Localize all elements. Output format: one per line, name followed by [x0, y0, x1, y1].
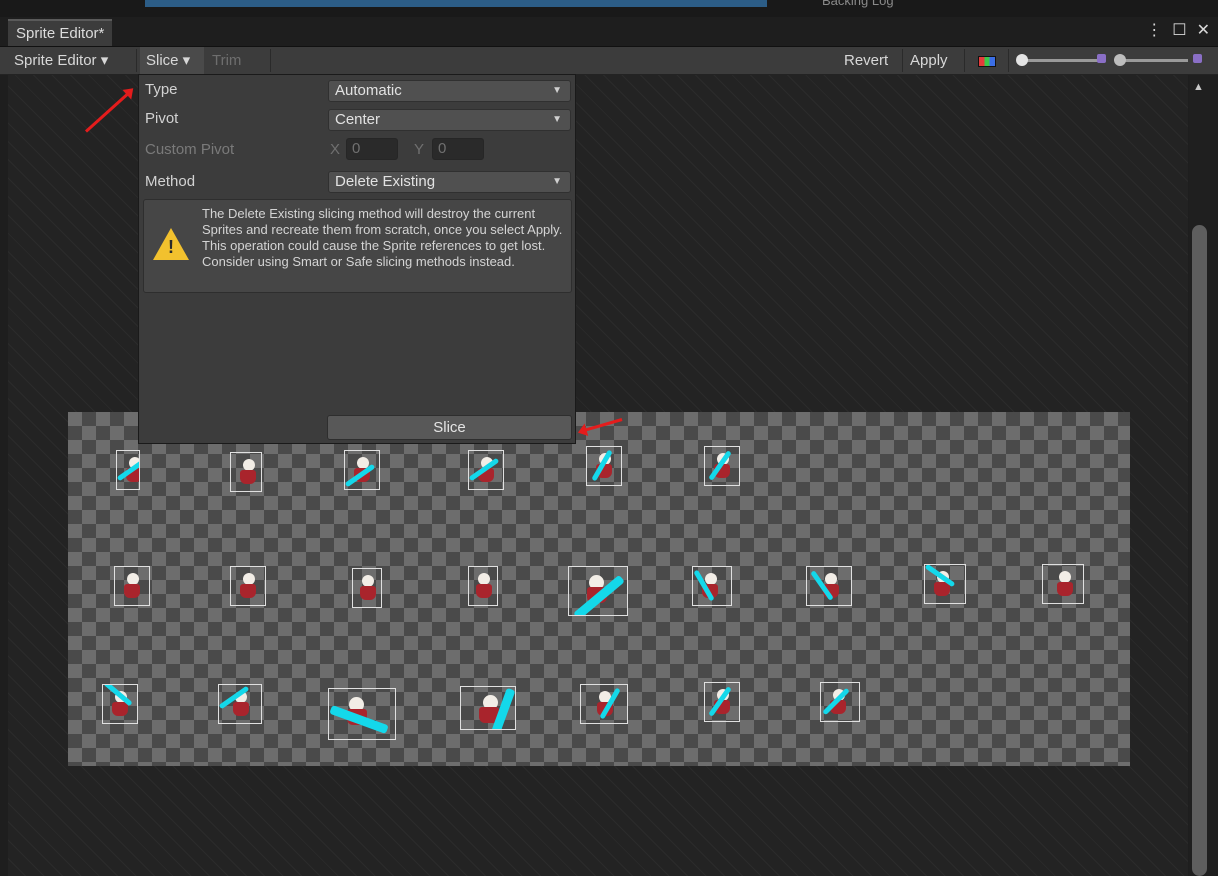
pivot-label: Pivot: [145, 110, 179, 127]
sprite-frame[interactable]: [114, 566, 150, 606]
pivot-dropdown-value: Center: [335, 111, 381, 128]
sprite-frame[interactable]: [568, 566, 628, 616]
close-icon[interactable]: ✕: [1197, 19, 1210, 43]
sprite-frame[interactable]: [692, 566, 732, 606]
type-dropdown[interactable]: Automatic ▼: [328, 80, 571, 102]
chevron-down-icon: ▼: [552, 176, 562, 187]
sprite-frame[interactable]: [924, 564, 966, 604]
custom-pivot-x-label: X: [330, 141, 341, 158]
custom-pivot-y-field[interactable]: 0: [432, 138, 484, 160]
revert-button[interactable]: Revert: [838, 47, 894, 74]
mip-level-icon: [1097, 54, 1106, 63]
warning-help-box: ! The Delete Existing slicing method wil…: [143, 199, 572, 293]
apply-button[interactable]: Apply: [904, 47, 954, 74]
sprite-frame[interactable]: [806, 566, 852, 606]
slice-menu-button[interactable]: Slice ▾: [140, 47, 204, 74]
sprite-frame[interactable]: [352, 568, 382, 608]
trim-button[interactable]: Trim: [206, 47, 270, 74]
pivot-dropdown[interactable]: Center ▼: [328, 109, 571, 131]
method-dropdown-value: Delete Existing: [335, 173, 436, 190]
tab-sprite-editor[interactable]: Sprite Editor*: [8, 19, 113, 46]
scroll-up-icon[interactable]: ▲: [1193, 81, 1204, 93]
sprite-frame[interactable]: [328, 688, 396, 740]
sprite-frame[interactable]: [230, 452, 262, 492]
zoom-slider[interactable]: [1016, 54, 1098, 66]
scrollbar-thumb[interactable]: [1192, 225, 1207, 876]
progress-strip: [145, 0, 767, 7]
top-strip: Backing Log: [0, 0, 1218, 17]
sprite-frame[interactable]: [704, 682, 740, 722]
sprite-frame[interactable]: [460, 686, 516, 730]
warning-message: The Delete Existing slicing method will …: [202, 206, 563, 269]
toolbar-divider: [902, 49, 903, 72]
chevron-down-icon: ▼: [552, 85, 562, 96]
sprite-frame[interactable]: [1042, 564, 1084, 604]
custom-pivot-label: Custom Pivot: [145, 141, 235, 158]
window-buttons: ⋮ ☐ ✕: [1146, 19, 1210, 43]
custom-pivot-y-label: Y: [414, 141, 425, 158]
toolbar-divider: [1008, 49, 1009, 72]
custom-pivot-x-field[interactable]: 0: [346, 138, 398, 160]
more-options-icon[interactable]: ⋮: [1146, 19, 1162, 43]
slice-settings-panel: Type Automatic ▼ Pivot Center ▼ Custom P…: [138, 74, 576, 444]
toolbar-divider: [136, 49, 137, 72]
sprite-frame[interactable]: [820, 682, 860, 722]
sprite-frame[interactable]: [230, 566, 266, 606]
sprite-frame[interactable]: [468, 450, 504, 490]
type-label: Type: [145, 81, 178, 98]
method-label: Method: [145, 173, 196, 190]
sprite-frame[interactable]: [468, 566, 498, 606]
mip-slider-handle[interactable]: [1114, 54, 1126, 66]
method-dropdown[interactable]: Delete Existing ▼: [328, 171, 571, 193]
type-dropdown-value: Automatic: [335, 82, 402, 99]
vertical-scrollbar[interactable]: ▲: [1189, 75, 1210, 876]
sprite-frame[interactable]: [344, 450, 380, 490]
mip-slider[interactable]: [1114, 54, 1188, 66]
zoom-slider-handle[interactable]: [1016, 54, 1028, 66]
sprite-frame[interactable]: [580, 684, 628, 724]
sprite-editor-toolbar: Sprite Editor ▾ Slice ▾ Trim Revert Appl…: [0, 47, 1218, 75]
mip-level-max-icon: [1193, 54, 1202, 63]
toolbar-divider: [270, 49, 271, 72]
sprite-frame[interactable]: [116, 450, 140, 490]
color-channel-icon[interactable]: [978, 56, 996, 67]
slice-button[interactable]: Slice: [327, 415, 572, 440]
toolbar-divider: [964, 49, 965, 72]
window-tab-bar: Sprite Editor* ⋮ ☐ ✕: [0, 17, 1218, 47]
maximize-icon[interactable]: ☐: [1172, 19, 1186, 43]
baking-log-tab[interactable]: Backing Log: [822, 0, 894, 8]
warning-icon: !: [153, 228, 189, 260]
sprite-frame[interactable]: [102, 684, 138, 724]
sprite-sheet[interactable]: [68, 412, 1130, 766]
sprite-frame[interactable]: [704, 446, 740, 486]
mode-dropdown[interactable]: Sprite Editor ▾: [8, 47, 114, 74]
chevron-down-icon: ▼: [552, 114, 562, 125]
sprite-frame[interactable]: [218, 684, 262, 724]
sprite-frame[interactable]: [586, 446, 622, 486]
